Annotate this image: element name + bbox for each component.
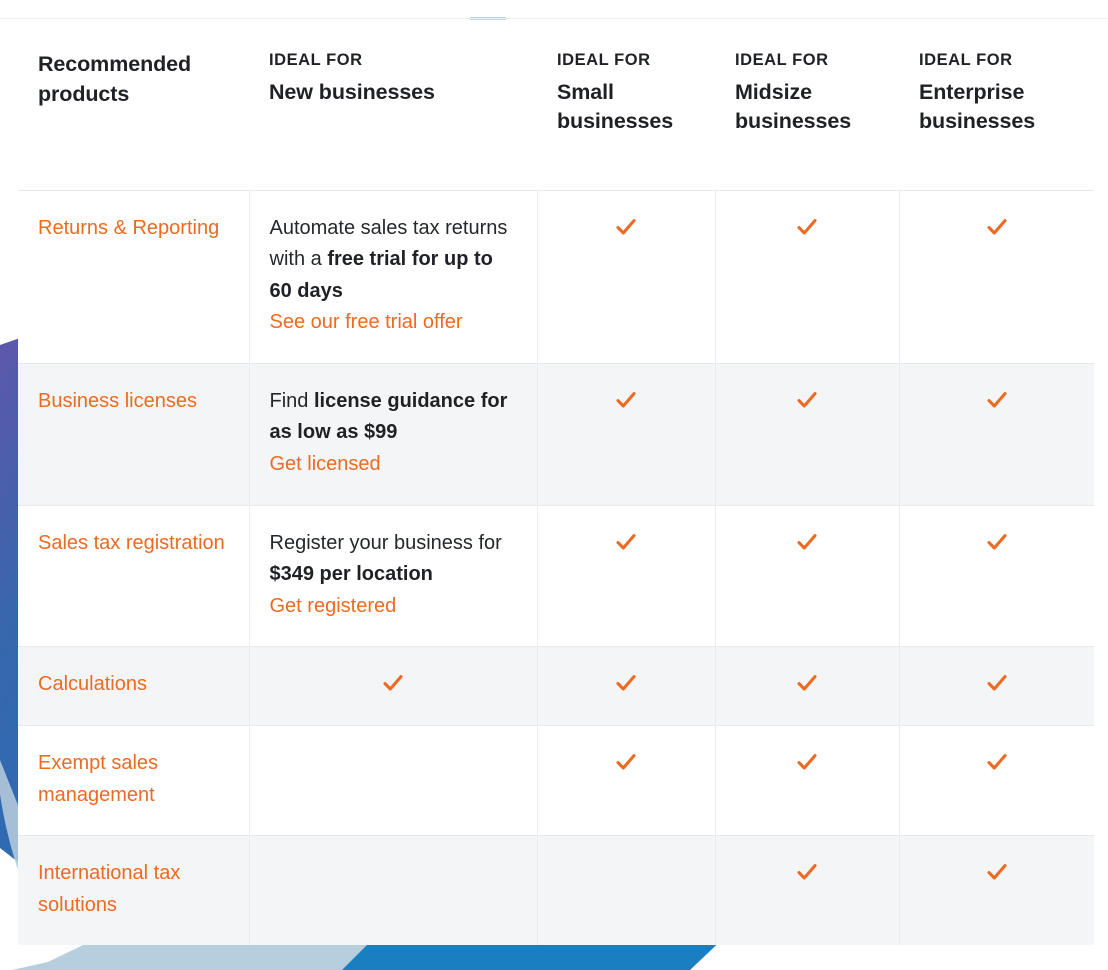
new-businesses-cell [249, 835, 538, 946]
enterprise-businesses-cell [899, 646, 1094, 726]
product-link[interactable]: International tax solutions [38, 862, 180, 916]
small-businesses-cell [537, 504, 716, 647]
product-link[interactable]: Returns & Reporting [38, 217, 219, 239]
header-enterprise-businesses: IDEAL FOR Enterprise businesses [899, 20, 1094, 190]
table-row: Calculations [18, 646, 1094, 726]
new-businesses-cell: Automate sales tax returns with a free t… [249, 189, 538, 364]
table-head: Recommended products IDEAL FOR New busin… [18, 20, 1094, 190]
product-link[interactable]: Exempt sales management [38, 752, 158, 806]
new-businesses-cell: Find license guidance for as low as $99 G… [249, 362, 538, 506]
checkmark-icon [985, 388, 1009, 412]
checkmark-icon [614, 530, 638, 554]
enterprise-businesses-cell [899, 189, 1094, 364]
table-row: International tax solutions [18, 835, 1094, 946]
offer-text-plain: Register your business for [269, 531, 502, 554]
product-name-cell: Business licenses [18, 362, 250, 506]
offer-text-plain: Find [269, 389, 314, 412]
checkmark-icon [614, 388, 638, 412]
offer-text-highlight: $349 per location [269, 563, 433, 586]
cta-link[interactable]: See our free trial offer [270, 307, 517, 339]
product-name-cell: Calculations [18, 646, 250, 726]
cta-link[interactable]: Get registered [270, 591, 517, 623]
midsize-businesses-cell [715, 725, 900, 836]
header-title-text: Recommended products [38, 52, 192, 106]
top-divider [0, 18, 1108, 19]
header-midsize-businesses: IDEAL FOR Midsize businesses [715, 20, 899, 190]
enterprise-businesses-cell [899, 835, 1094, 946]
table-row: Returns & Reporting Automate sales tax re… [18, 189, 1094, 364]
table-row: Business licenses Find license guidance f… [18, 362, 1094, 506]
header-subtitle: Small businesses [557, 79, 674, 134]
midsize-businesses-cell [715, 362, 900, 506]
recommended-products-table: Recommended products IDEAL FOR New busin… [18, 20, 1094, 946]
checkmark-icon [985, 215, 1009, 239]
enterprise-businesses-cell [899, 362, 1094, 506]
table-row: Sales tax registration Register your busi… [18, 504, 1094, 647]
checkmark-icon [985, 750, 1009, 774]
product-comparison-page: Recommended products IDEAL FOR New busin… [0, 0, 1108, 970]
small-businesses-cell [537, 835, 716, 946]
offer-description: Register your business for $349 per loca… [270, 528, 517, 591]
midsize-businesses-cell [715, 504, 900, 647]
header-recommended-products: Recommended products [18, 20, 249, 190]
offer-description: Find license guidance for as low as $99 [270, 386, 517, 449]
checkmark-icon [985, 530, 1009, 554]
checkmark-icon [795, 388, 819, 412]
enterprise-businesses-cell [899, 725, 1094, 836]
checkmark-icon [614, 215, 638, 239]
header-small-businesses: IDEAL FOR Small businesses [537, 20, 715, 190]
header-new-businesses: IDEAL FOR New businesses [249, 20, 537, 190]
checkmark-icon [795, 750, 819, 774]
header-row: Recommended products IDEAL FOR New busin… [18, 20, 1094, 190]
eyebrow-label: IDEAL FOR [557, 51, 651, 69]
checkmark-icon [614, 750, 638, 774]
checkmark-icon [795, 671, 819, 695]
product-name-cell: International tax solutions [18, 835, 250, 946]
checkmark-icon [614, 671, 638, 695]
small-businesses-cell [537, 725, 716, 836]
checkmark-icon [795, 530, 819, 554]
checkmark-icon [795, 860, 819, 884]
table-row: Exempt sales management [18, 725, 1094, 836]
midsize-businesses-cell [715, 189, 900, 364]
small-businesses-cell [537, 189, 716, 364]
table-body: Returns & Reporting Automate sales tax re… [18, 189, 1094, 946]
product-name-cell: Returns & Reporting [18, 189, 250, 364]
product-link[interactable]: Sales tax registration [38, 532, 225, 554]
cta-link[interactable]: Get licensed [270, 449, 517, 481]
checkmark-icon [381, 671, 405, 695]
midsize-businesses-cell [715, 646, 900, 726]
small-businesses-cell [537, 646, 716, 726]
product-link[interactable]: Calculations [38, 673, 147, 695]
comparison-table-container: Recommended products IDEAL FOR New busin… [18, 20, 1094, 946]
eyebrow-label: IDEAL FOR [269, 51, 363, 69]
header-subtitle: Midsize businesses [735, 79, 852, 134]
new-businesses-cell: Register your business for $349 per loca… [249, 504, 538, 647]
checkmark-icon [795, 215, 819, 239]
eyebrow-label: IDEAL FOR [735, 51, 829, 69]
offer-description: Automate sales tax returns with a free t… [270, 213, 517, 308]
header-subtitle: New businesses [269, 79, 435, 104]
midsize-businesses-cell [715, 835, 900, 946]
checkmark-icon [985, 671, 1009, 695]
eyebrow-label: IDEAL FOR [919, 51, 1013, 69]
product-name-cell: Sales tax registration [18, 504, 250, 647]
product-link[interactable]: Business licenses [38, 390, 197, 412]
small-businesses-cell [537, 362, 716, 506]
product-name-cell: Exempt sales management [18, 725, 250, 836]
new-businesses-cell [249, 725, 538, 836]
enterprise-businesses-cell [899, 504, 1094, 647]
checkmark-icon [985, 860, 1009, 884]
new-businesses-cell [249, 646, 538, 726]
header-subtitle: Enterprise businesses [919, 79, 1036, 134]
